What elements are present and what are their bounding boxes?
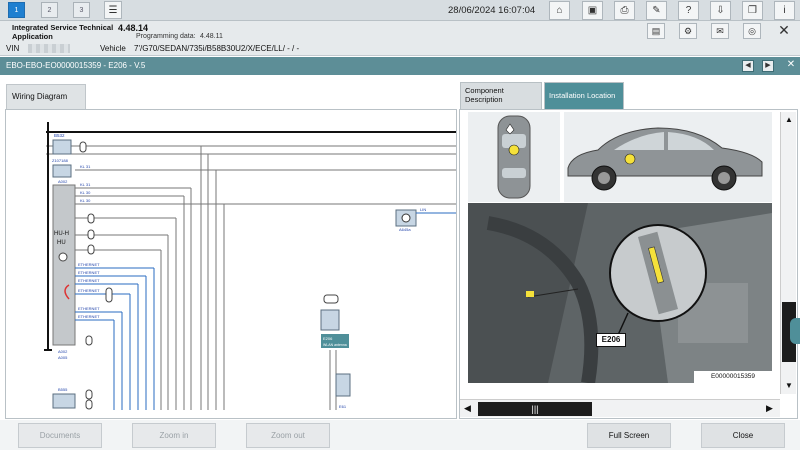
label-ethernet-6: ETHERNET: [78, 314, 100, 319]
label-kl31-b: KL 31: [80, 182, 91, 187]
settings-icon[interactable]: ⚙: [679, 23, 697, 39]
datetime-display: 28/06/2024 16:07:04: [448, 5, 536, 16]
tab-component-description[interactable]: Component Description: [460, 82, 542, 109]
tab-wiring-diagram[interactable]: Wiring Diagram: [6, 84, 86, 109]
vehicle-label: Vehicle: [100, 44, 126, 53]
vin-label: VIN: [6, 44, 20, 53]
label-b532: B532: [54, 133, 65, 138]
label-wlan-antenna: WLAN antenna: [323, 343, 347, 347]
tab-installation-location[interactable]: Installation Location: [544, 82, 624, 109]
scroll-up-icon[interactable]: ▲: [783, 114, 795, 126]
session-tab-1[interactable]: 1: [8, 2, 25, 18]
label-lin: LIN: [420, 207, 426, 212]
vertical-scrollbar[interactable]: ▲ ▼: [780, 112, 796, 394]
scroll-left-icon[interactable]: ◀: [464, 403, 471, 414]
label-ethernet-3: ETHERNET: [78, 278, 100, 283]
documents-button[interactable]: Documents: [18, 423, 102, 448]
speaker-icon: [58, 252, 68, 262]
label-ethernet-4: ETHERNET: [78, 288, 100, 293]
session-tab-2[interactable]: 2: [41, 2, 58, 18]
air-icon[interactable]: ◎: [743, 23, 761, 39]
home-icon[interactable]: ⌂: [549, 1, 570, 20]
label-ethernet-2: ETHERNET: [78, 270, 100, 275]
document-title: EBO-EBO-EO0000015359 - E206 - V.5: [6, 61, 146, 70]
session-tab-3[interactable]: 3: [73, 2, 90, 18]
side-panel-toggle-icon[interactable]: [790, 318, 800, 344]
vin-value-redacted: [28, 44, 70, 53]
app-version: 4.48.14: [118, 23, 149, 33]
connector-b555: [52, 393, 76, 409]
label-a645a: A645a: [399, 227, 411, 232]
component-e61: [335, 373, 351, 397]
programming-data-value: 4.48.11: [200, 33, 223, 40]
label-kl30-a: KL 30: [80, 190, 91, 195]
info-icon[interactable]: i: [774, 1, 795, 20]
wiring-diagram-panel: B532 Z107188 A002 HU-H HU KL 31 KL 31 KL…: [5, 109, 457, 419]
label-a005: A005: [58, 355, 68, 360]
label-e61: E61: [339, 404, 347, 409]
connector-b532: [52, 139, 72, 155]
next-icon[interactable]: ▶: [762, 60, 774, 72]
close-button[interactable]: Close: [701, 423, 785, 448]
window-icon[interactable]: ❐: [742, 1, 763, 20]
horizontal-scrollbar[interactable]: ◀ ||| ▶: [460, 399, 780, 417]
label-b555: B555: [58, 387, 68, 392]
full-screen-button[interactable]: Full Screen: [587, 423, 671, 448]
label-z107188: Z107188: [52, 158, 69, 163]
footer-bar: Documents Zoom in Zoom out Full Screen C…: [0, 420, 800, 450]
previous-icon[interactable]: ◀: [742, 60, 754, 72]
interior-location-photo: E206 E00000015359: [468, 203, 772, 383]
help-icon[interactable]: ?: [678, 1, 699, 20]
label-ethernet-5: ETHERNET: [78, 306, 100, 311]
id-card-icon[interactable]: ▣: [582, 1, 603, 20]
label-e206: E206: [323, 336, 333, 341]
top-toolbar: 1 2 3 ☰ 28/06/2024 16:07:04 ⌂ ▣ ⎙ ✎ ? ⇩ …: [0, 0, 800, 21]
wrench-icon[interactable]: ✎: [646, 1, 667, 20]
label-kl31-a: KL 31: [80, 164, 91, 169]
label-hu-h: HU-H: [54, 231, 69, 237]
label-a002: A002: [58, 179, 68, 184]
connector-z107188: [52, 164, 72, 178]
list-icon[interactable]: ☰: [104, 1, 122, 19]
scroll-down-icon[interactable]: ▼: [783, 380, 795, 392]
wiring-diagram: B532 Z107188 A002 HU-H HU KL 31 KL 31 KL…: [44, 122, 456, 410]
photo-id: E00000015359: [694, 371, 772, 383]
vehicle-value: 7'/G70/SEDAN/735i/B58B30U2/X/ECE/LL/ - /…: [134, 44, 300, 53]
callout-e206: E206: [596, 333, 626, 347]
horizontal-scroll-thumb[interactable]: |||: [478, 402, 592, 416]
printer-icon[interactable]: ⎙: [614, 1, 635, 20]
mail-icon[interactable]: ✉: [711, 23, 729, 39]
programming-data-label: Programming data:: [136, 33, 196, 40]
calendar-icon[interactable]: ▤: [647, 23, 665, 39]
component-e206: [320, 309, 340, 331]
close-icon[interactable]: ✕: [775, 23, 793, 39]
head-unit-block: [52, 184, 76, 346]
document-title-bar: EBO-EBO-EO0000015359 - E206 - V.5 ◀ ▶ ✕: [0, 57, 800, 75]
zoom-out-button[interactable]: Zoom out: [246, 423, 330, 448]
vehicle-row: VIN Vehicle 7'/G70/SEDAN/735i/B58B30U2/X…: [0, 42, 800, 56]
car-side-view-image: [564, 112, 772, 202]
download-icon[interactable]: ⇩: [710, 1, 731, 20]
close-document-icon[interactable]: ✕: [785, 60, 797, 72]
label-kl30-b: KL 30: [80, 198, 91, 203]
app-info-row: Integrated Service Technical Application…: [0, 21, 800, 42]
label-hu: HU: [57, 240, 66, 246]
label-a002-bottom: A002: [58, 349, 68, 354]
installation-location-panel: E206 E00000015359 ▲ ▼ ◀ ||| ▶: [459, 109, 798, 419]
label-ethernet-1: ETHERNET: [78, 262, 100, 267]
app-name: Integrated Service Technical Application: [12, 23, 114, 41]
car-top-view-image: [468, 112, 560, 202]
scroll-right-icon[interactable]: ▶: [766, 403, 773, 414]
zoom-in-button[interactable]: Zoom in: [132, 423, 216, 448]
